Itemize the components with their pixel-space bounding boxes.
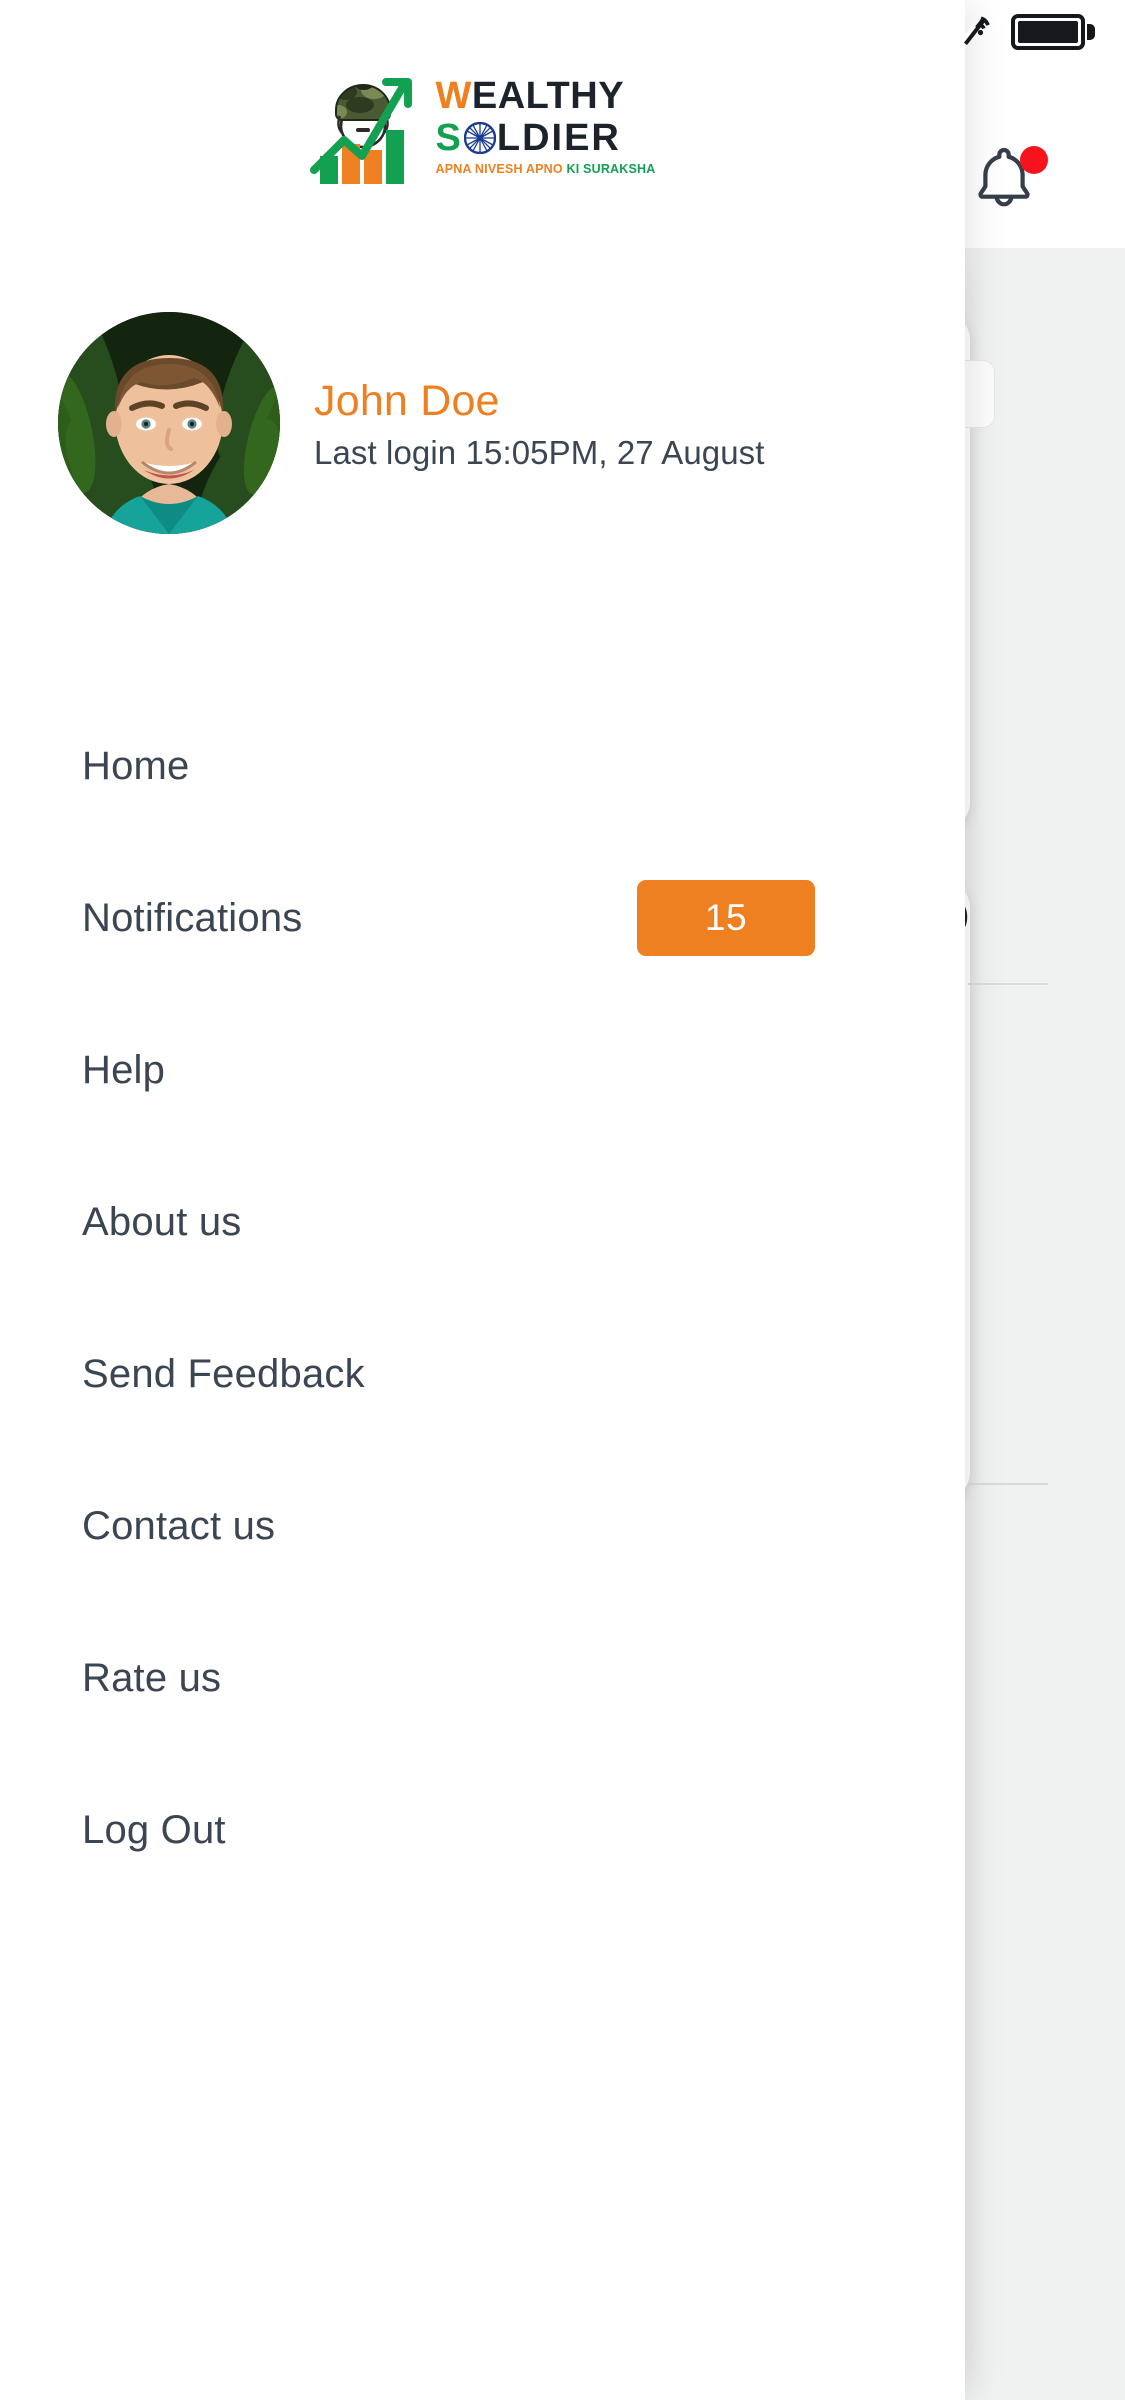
logo-tagline-part2: KI SURAKSHA xyxy=(566,162,656,176)
logo-wordmark-line1: WEALTHY xyxy=(436,77,625,115)
menu-item-label: Rate us xyxy=(82,1656,222,1700)
logo-ealthy-letters: EALTHY xyxy=(471,75,625,117)
logo-wordmark-line2: S LDIER xyxy=(436,119,621,157)
wifi-icon xyxy=(959,15,993,50)
profile-name: John Doe xyxy=(314,377,500,426)
soldier-growth-chart-logo xyxy=(309,78,412,184)
ashoka-chakra-icon xyxy=(463,122,496,154)
profile-text-group: John Doe Last login 15:05PM, 27 August xyxy=(314,373,765,472)
menu-item-about-us[interactable]: About us xyxy=(0,1146,965,1298)
navigation-drawer: WEALTHY S LDIER APNA NIVESH APNO KI SURA… xyxy=(0,0,965,2400)
unread-indicator-dot xyxy=(1020,146,1048,174)
menu-item-label: Home xyxy=(82,744,190,788)
notifications-count-badge: 15 xyxy=(637,880,815,956)
logo-w-letter: W xyxy=(435,75,472,117)
menu-item-send-feedback[interactable]: Send Feedback xyxy=(0,1298,965,1450)
menu-item-home[interactable]: Home xyxy=(0,690,965,842)
menu-item-label: Notifications xyxy=(82,896,303,940)
user-avatar-photo xyxy=(58,312,280,534)
menu-item-log-out[interactable]: Log Out xyxy=(0,1754,965,1906)
menu-item-label: Help xyxy=(82,1048,166,1092)
status-icon-group xyxy=(959,14,1095,50)
logo-ldier-letters: LDIER xyxy=(496,117,621,159)
background-divider-top xyxy=(968,983,1048,985)
logo-tagline: APNA NIVESH APNO KI SURAKSHA xyxy=(436,162,656,176)
menu-item-label: About us xyxy=(82,1200,242,1244)
menu-item-help[interactable]: Help xyxy=(0,994,965,1146)
status-bar xyxy=(0,0,1125,64)
menu-item-label: Log Out xyxy=(82,1808,226,1852)
menu-item-rate-us[interactable]: Rate us xyxy=(0,1602,965,1754)
battery-full-icon xyxy=(1011,14,1095,50)
screen: ) xyxy=(0,0,1125,2400)
drawer-menu: Home Notifications 15 Help About us Send… xyxy=(0,690,965,1906)
background-divider-bottom xyxy=(968,1483,1048,1485)
logo-s-letter: S xyxy=(435,117,463,159)
menu-item-contact-us[interactable]: Contact us xyxy=(0,1450,965,1602)
profile-last-login: Last login 15:05PM, 27 August xyxy=(314,433,765,471)
menu-item-label: Contact us xyxy=(82,1504,276,1548)
menu-item-label: Send Feedback xyxy=(82,1352,365,1396)
menu-item-notifications[interactable]: Notifications 15 xyxy=(0,842,965,994)
avatar[interactable] xyxy=(58,312,280,534)
notification-bell-button[interactable] xyxy=(968,140,1054,226)
profile-header[interactable]: John Doe Last login 15:05PM, 27 August xyxy=(58,312,765,534)
logo-tagline-part1: APNA NIVESH APNO xyxy=(435,162,563,176)
